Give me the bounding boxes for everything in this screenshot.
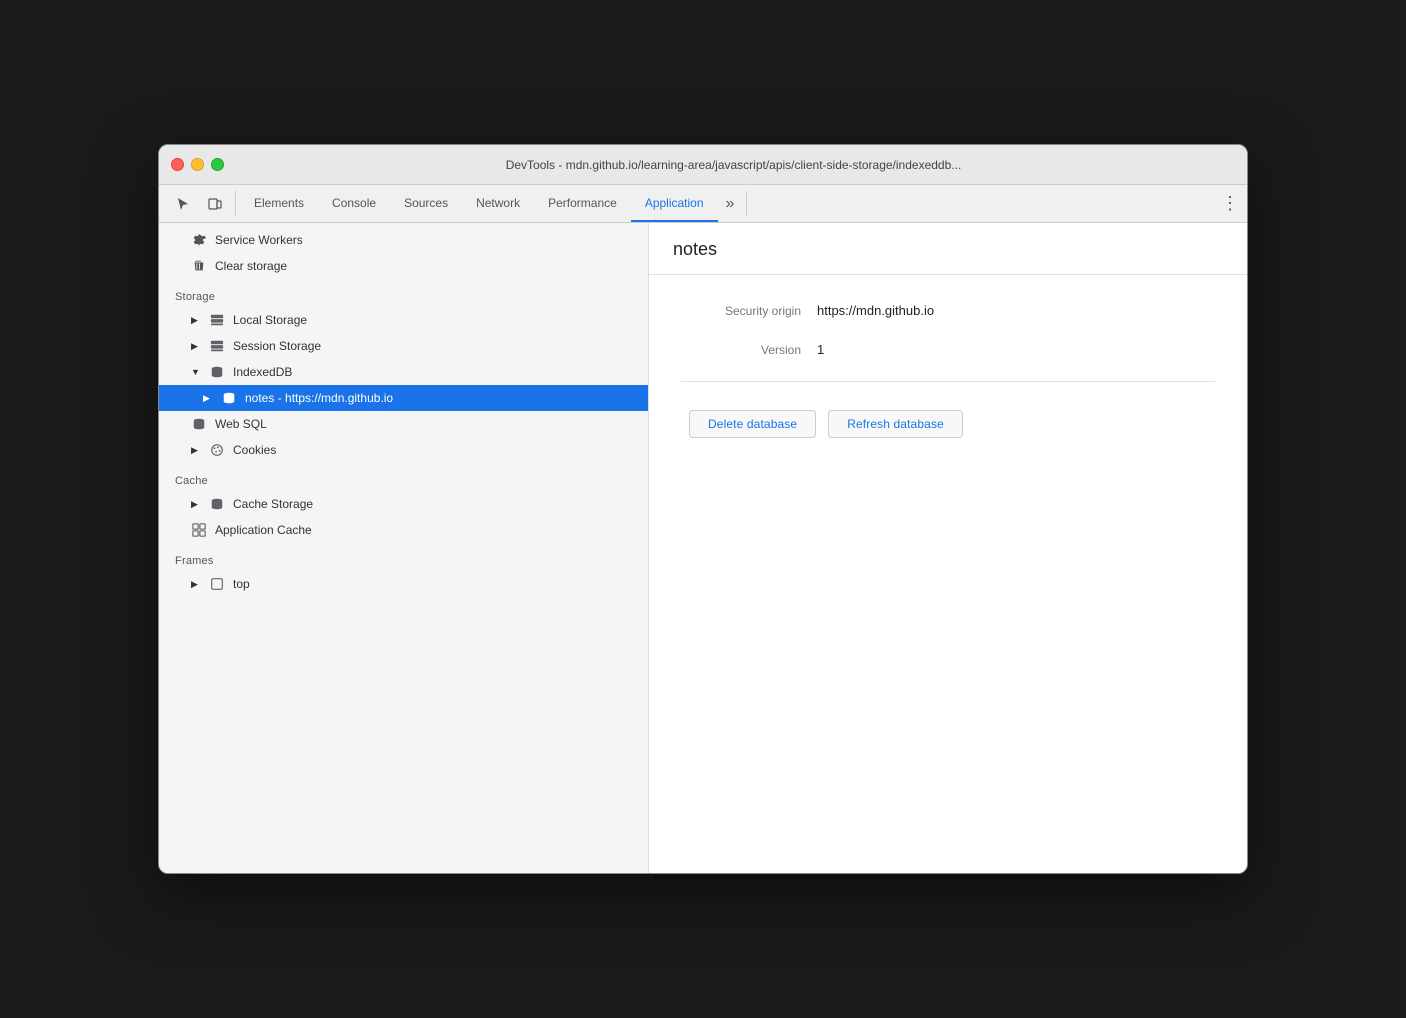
maximize-button[interactable] xyxy=(211,158,224,171)
websql-label: Web SQL xyxy=(215,417,267,431)
action-buttons: Delete database Refresh database xyxy=(681,410,1215,438)
tab-network[interactable]: Network xyxy=(462,185,534,222)
websql-icon xyxy=(191,416,207,432)
tab-application[interactable]: Application xyxy=(631,185,718,222)
tab-divider-2 xyxy=(746,191,747,216)
sidebar-item-indexeddb[interactable]: ▼ IndexedDB xyxy=(159,359,648,385)
cache-storage-icon xyxy=(209,496,225,512)
tab-elements[interactable]: Elements xyxy=(240,185,318,222)
panel-divider xyxy=(681,381,1215,382)
sidebar-item-websql[interactable]: Web SQL xyxy=(159,411,648,437)
close-button[interactable] xyxy=(171,158,184,171)
sidebar-item-service-workers[interactable]: Service Workers xyxy=(159,227,648,253)
refresh-database-button[interactable]: Refresh database xyxy=(828,410,963,438)
indexeddb-icon xyxy=(209,364,225,380)
service-workers-label: Service Workers xyxy=(215,233,303,247)
panel-title: notes xyxy=(673,239,1223,260)
sidebar-item-notes-db[interactable]: ▶ notes - https://mdn.github.io xyxy=(159,385,648,411)
security-origin-label: Security origin xyxy=(681,304,801,318)
cookies-label: Cookies xyxy=(233,443,276,457)
tab-divider xyxy=(235,191,236,216)
cursor-icon xyxy=(175,196,191,212)
chevron-down-icon: ▼ xyxy=(191,367,201,377)
version-label: Version xyxy=(681,343,801,357)
device-toggle-button[interactable] xyxy=(199,185,231,222)
sidebar-item-session-storage[interactable]: ▶ Session Storage xyxy=(159,333,648,359)
app-cache-icon xyxy=(191,522,207,538)
frames-section-label: Frames xyxy=(159,543,648,571)
sidebar-item-clear-storage[interactable]: Clear storage xyxy=(159,253,648,279)
delete-database-button[interactable]: Delete database xyxy=(689,410,816,438)
gear-icon xyxy=(191,232,207,248)
right-panel: notes Security origin https://mdn.github… xyxy=(649,223,1247,873)
trash-icon xyxy=(191,258,207,274)
chevron-right-icon-2: ▶ xyxy=(191,341,201,352)
version-value: 1 xyxy=(817,342,824,357)
version-row: Version 1 xyxy=(681,342,1215,357)
clear-storage-label: Clear storage xyxy=(215,259,287,273)
sidebar-item-local-storage[interactable]: ▶ Local Storage xyxy=(159,307,648,333)
tab-performance[interactable]: Performance xyxy=(534,185,631,222)
local-storage-label: Local Storage xyxy=(233,313,307,327)
security-origin-value: https://mdn.github.io xyxy=(817,303,934,318)
sidebar-item-top[interactable]: ▶ top xyxy=(159,571,648,597)
sidebar-item-cache-storage[interactable]: ▶ Cache Storage xyxy=(159,491,648,517)
main-content: Service Workers Clear storage Storage ▶ xyxy=(159,223,1247,873)
chevron-right-icon-4: ▶ xyxy=(191,445,201,456)
notes-db-label: notes - https://mdn.github.io xyxy=(245,391,393,405)
security-origin-row: Security origin https://mdn.github.io xyxy=(681,303,1215,318)
top-frame-label: top xyxy=(233,577,250,591)
minimize-button[interactable] xyxy=(191,158,204,171)
chevron-right-icon-6: ▶ xyxy=(191,579,201,590)
storage-section-label: Storage xyxy=(159,279,648,307)
app-cache-label: Application Cache xyxy=(215,523,312,537)
devtools-menu-button[interactable]: ⋮ xyxy=(1213,185,1247,222)
title-bar: DevTools - mdn.github.io/learning-area/j… xyxy=(159,145,1247,185)
tab-console[interactable]: Console xyxy=(318,185,390,222)
cache-storage-label: Cache Storage xyxy=(233,497,313,511)
chevron-right-icon-3: ▶ xyxy=(203,393,213,404)
panel-body: Security origin https://mdn.github.io Ve… xyxy=(649,275,1247,873)
sidebar-item-cookies[interactable]: ▶ Cookies xyxy=(159,437,648,463)
sidebar-item-app-cache[interactable]: Application Cache xyxy=(159,517,648,543)
storage-icon xyxy=(209,312,225,328)
frame-icon xyxy=(209,576,225,592)
devtools-window: DevTools - mdn.github.io/learning-area/j… xyxy=(158,144,1248,874)
chevron-right-icon-5: ▶ xyxy=(191,499,201,510)
tab-sources[interactable]: Sources xyxy=(390,185,462,222)
traffic-lights xyxy=(171,158,224,171)
devtools-tab-bar: Elements Console Sources Network Perform… xyxy=(159,185,1247,223)
chevron-right-icon: ▶ xyxy=(191,315,201,326)
device-icon xyxy=(207,196,223,212)
cache-section-label: Cache xyxy=(159,463,648,491)
more-tabs-button[interactable]: » xyxy=(718,185,743,222)
window-title: DevTools - mdn.github.io/learning-area/j… xyxy=(232,158,1235,172)
cookies-icon xyxy=(209,442,225,458)
session-storage-icon xyxy=(209,338,225,354)
indexeddb-label: IndexedDB xyxy=(233,365,292,379)
panel-header: notes xyxy=(649,223,1247,275)
sidebar: Service Workers Clear storage Storage ▶ xyxy=(159,223,649,873)
session-storage-label: Session Storage xyxy=(233,339,321,353)
inspect-icon-button[interactable] xyxy=(167,185,199,222)
notes-db-icon xyxy=(221,390,237,406)
